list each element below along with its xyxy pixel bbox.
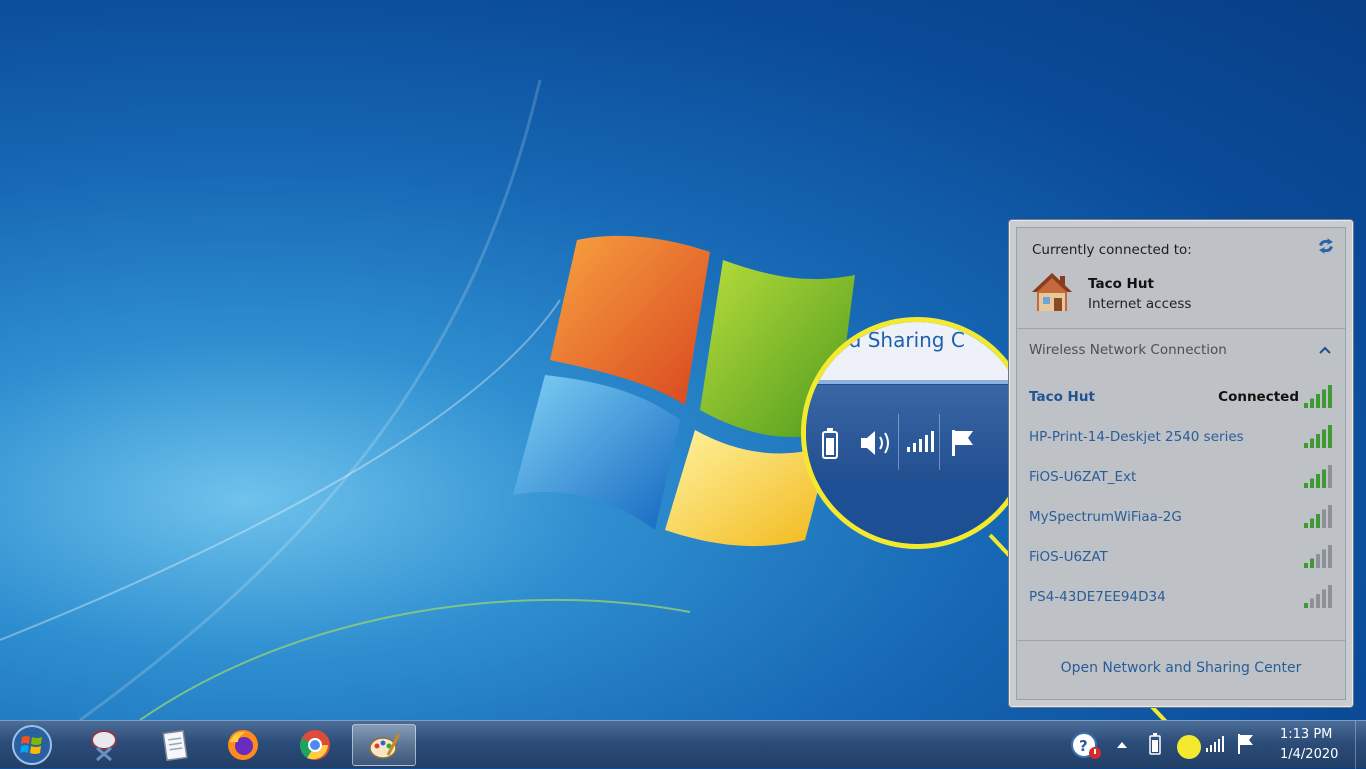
signal-strength-icon: [1302, 385, 1332, 409]
signal-bar: [1310, 559, 1314, 569]
signal-bar: [1310, 519, 1314, 529]
signal-bar: [1304, 403, 1308, 408]
svg-text:?: ?: [1079, 737, 1088, 755]
network-ssid: FiOS-U6ZAT_Ext: [1029, 469, 1136, 485]
paint-icon: [368, 729, 402, 763]
signal-bar: [1316, 434, 1320, 448]
signal-strength-icon: [1302, 505, 1332, 529]
network-status: Connected: [1218, 389, 1299, 405]
signal-bar: [1310, 399, 1314, 409]
signal-bar: [1304, 483, 1308, 488]
signal-bar: [1304, 443, 1308, 448]
signal-bar: [1316, 594, 1320, 608]
signal-bar: [1310, 439, 1314, 449]
signal-bar: [1322, 550, 1326, 569]
battery-icon: [820, 428, 840, 460]
network-row[interactable]: FiOS-U6ZAT_Ext: [1017, 457, 1345, 497]
notepad-icon: [158, 728, 192, 762]
flyout-footer: Open Network and Sharing Center: [1017, 640, 1345, 699]
signal-strength-icon: [1302, 425, 1332, 449]
network-row[interactable]: MySpectrumWiFiaa-2G: [1017, 497, 1345, 537]
signal-bar: [1328, 425, 1332, 448]
refresh-icon[interactable]: [1317, 238, 1335, 254]
network-ssid: PS4-43DE7EE94D34: [1029, 589, 1166, 605]
signal-bar: [1310, 599, 1314, 609]
network-icon: [906, 430, 934, 454]
current-network-status: Internet access: [1088, 296, 1191, 312]
current-network-name: Taco Hut: [1088, 276, 1154, 292]
battery-icon[interactable]: [1148, 733, 1162, 755]
callout-dot: [1177, 735, 1201, 759]
network-row[interactable]: FiOS-U6ZAT: [1017, 537, 1345, 577]
signal-bar: [1316, 474, 1320, 488]
home-network-icon: [1029, 270, 1075, 314]
network-row[interactable]: PS4-43DE7EE94D34: [1017, 577, 1345, 617]
clock-time[interactable]: 1:13 PM: [1280, 727, 1332, 742]
signal-strength-icon: [1302, 545, 1332, 569]
signal-bar: [1328, 385, 1332, 408]
taskbar-snipping-tool[interactable]: [72, 724, 136, 766]
current-connection-header: Currently connected to: Taco Hut Interne…: [1017, 228, 1345, 329]
chrome-icon: [298, 728, 332, 762]
network-ssid: FiOS-U6ZAT: [1029, 549, 1108, 565]
zoom-lens: nd Sharing C 1: 1/: [801, 317, 1033, 549]
signal-bar: [1304, 523, 1308, 528]
show-hidden-icons[interactable]: [1116, 740, 1128, 750]
network-row[interactable]: HP-Print-14-Deskjet 2540 series: [1017, 417, 1345, 457]
flag-icon[interactable]: [1236, 733, 1256, 755]
volume-icon: [859, 428, 893, 458]
signal-bar: [1322, 470, 1326, 489]
network-ssid: HP-Print-14-Deskjet 2540 series: [1029, 429, 1244, 445]
signal-bar: [1304, 603, 1308, 608]
chevron-up-icon[interactable]: [1319, 346, 1331, 354]
signal-bar: [1322, 590, 1326, 609]
signal-bar: [1316, 554, 1320, 568]
network-flyout: Currently connected to: Taco Hut Interne…: [1008, 219, 1354, 708]
lens-window-title: nd Sharing C: [836, 328, 965, 352]
snipping-tool-icon: [87, 728, 121, 762]
signal-bar: [1304, 563, 1308, 568]
network-flyout-body: Currently connected to: Taco Hut Interne…: [1016, 227, 1346, 700]
show-desktop-button[interactable]: [1355, 721, 1366, 769]
network-ssid: Taco Hut: [1029, 389, 1095, 405]
network-row[interactable]: Taco Hut Connected: [1017, 377, 1345, 417]
signal-bar: [1310, 479, 1314, 489]
signal-bar: [1322, 510, 1326, 529]
network-icon[interactable]: [1205, 735, 1225, 753]
signal-bar: [1328, 545, 1332, 568]
signal-bar: [1328, 585, 1332, 608]
signal-bar: [1328, 505, 1332, 528]
lens-separator: [898, 414, 899, 470]
signal-bar: [1322, 430, 1326, 449]
flag-icon: [949, 428, 977, 458]
action-center-icon[interactable]: ?: [1070, 732, 1102, 760]
lens-separator: [939, 414, 940, 470]
taskbar-notepad[interactable]: [143, 724, 207, 766]
open-network-sharing-center-link[interactable]: Open Network and Sharing Center: [1017, 660, 1345, 676]
start-button[interactable]: [10, 724, 54, 766]
network-ssid: MySpectrumWiFiaa-2G: [1029, 509, 1182, 525]
taskbar: ? 1:13 PM 1/4/2020: [0, 720, 1366, 768]
signal-bar: [1322, 390, 1326, 409]
taskbar-paint[interactable]: [352, 724, 416, 766]
signal-strength-icon: [1302, 465, 1332, 489]
signal-bar: [1328, 465, 1332, 488]
taskbar-firefox[interactable]: [211, 724, 275, 766]
clock-date[interactable]: 1/4/2020: [1280, 747, 1338, 762]
currently-connected-label: Currently connected to:: [1032, 242, 1192, 258]
signal-strength-icon: [1302, 585, 1332, 609]
wireless-section-label[interactable]: Wireless Network Connection: [1029, 342, 1227, 358]
firefox-icon: [226, 728, 260, 762]
signal-bar: [1316, 394, 1320, 408]
signal-bar: [1316, 514, 1320, 528]
taskbar-chrome[interactable]: [283, 724, 347, 766]
